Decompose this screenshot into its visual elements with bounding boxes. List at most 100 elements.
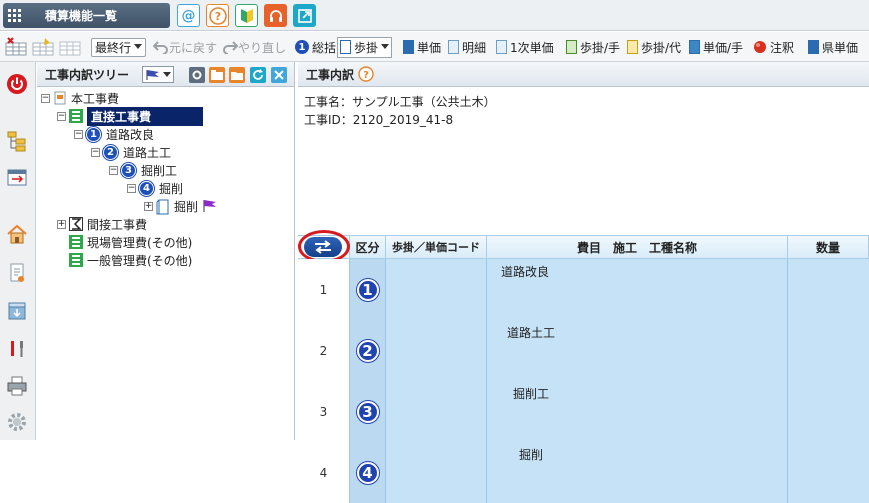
quantity-cell[interactable] [788, 442, 869, 503]
step-manual-button[interactable]: 歩掛/手 [566, 32, 620, 62]
detail-label: 明細 [462, 40, 487, 55]
external-button[interactable] [293, 4, 316, 27]
table-row[interactable]: 1 1 道路改良 [298, 259, 869, 320]
tree-node-indirect-cost[interactable]: + 間接工事費 [57, 215, 147, 233]
tree-open-folder-button[interactable] [229, 67, 245, 83]
tree-refresh-button[interactable] [250, 67, 266, 83]
home-button[interactable] [6, 223, 28, 245]
svg-text:?: ? [214, 10, 220, 23]
first-unit-price-button[interactable]: 1次単価 [496, 32, 554, 62]
redo-label: やり直し [238, 40, 287, 55]
table-row[interactable]: 4 4 掘削 [298, 442, 869, 503]
step-substitute-button[interactable]: 歩掛/代 [627, 32, 681, 62]
collapse-toggle[interactable]: − [74, 129, 83, 139]
gear-icon [8, 413, 26, 431]
step-manual-icon [566, 40, 577, 54]
collapse-toggle[interactable]: − [41, 93, 50, 103]
tree-view-button[interactable] [6, 130, 28, 152]
settings-button[interactable] [6, 411, 28, 433]
code-cell[interactable] [386, 381, 487, 442]
note-label: 注釈 [770, 40, 795, 55]
column-header-name[interactable]: 費目 施工 工種名称 [487, 236, 788, 259]
tree-node-label: 道路改良 [106, 127, 155, 142]
tree-node-road-improvement[interactable]: − 1 道路改良 [74, 125, 154, 143]
close-icon [274, 70, 284, 80]
quantity-cell[interactable] [788, 381, 869, 442]
list-green-icon [69, 109, 83, 123]
detail-panel-header: 工事内訳 ? [298, 62, 869, 87]
tree-flag-dropdown[interactable] [142, 66, 174, 83]
number-one-icon: 1 [295, 40, 309, 54]
row-number: 1 [298, 259, 350, 320]
tree-node-road-earthwork[interactable]: − 2 道路土工 [91, 143, 171, 161]
name-cell[interactable]: 掘削工 [487, 381, 788, 442]
swap-columns-button[interactable] [304, 237, 342, 257]
tree-node-direct-cost[interactable]: − 直接工事費 [57, 106, 204, 126]
code-cell[interactable] [386, 259, 487, 320]
app-menu-button[interactable]: 積算機能一覧 [3, 3, 170, 28]
category-number-icon: 4 [356, 461, 379, 484]
tree-folder-button[interactable] [209, 67, 225, 83]
document-button[interactable] [6, 262, 28, 284]
archive-button[interactable] [6, 300, 28, 322]
list-green-icon [69, 235, 83, 249]
note-button[interactable]: 注釈 [753, 32, 794, 62]
support-button[interactable] [264, 4, 287, 27]
collapse-toggle[interactable]: − [109, 165, 118, 175]
table-row[interactable]: 3 3 掘削工 [298, 381, 869, 442]
table-button-3[interactable] [58, 32, 82, 62]
unit-price-manual-label: 単価/手 [703, 40, 744, 55]
undo-button[interactable]: 元に戻す [153, 32, 217, 62]
name-cell[interactable]: 道路改良 [487, 259, 788, 320]
column-header-category[interactable]: 区分 [350, 236, 386, 259]
collapse-toggle[interactable]: − [127, 183, 136, 193]
open-folder-icon [231, 72, 243, 80]
step-dropdown[interactable]: 歩掛 [337, 32, 393, 62]
redo-icon [222, 40, 238, 54]
name-cell[interactable]: 掘削 [487, 442, 788, 503]
summary-label: 総括 [312, 40, 337, 55]
column-header-code[interactable]: 歩掛／単価コード [386, 236, 487, 259]
collapse-toggle[interactable]: − [57, 111, 66, 121]
tools-button[interactable] [6, 338, 28, 360]
undo-label: 元に戻す [169, 40, 218, 55]
table-row[interactable]: 2 2 道路土工 [298, 320, 869, 381]
quantity-cell[interactable] [788, 320, 869, 381]
tree-node-excavation-work[interactable]: − 3 掘削工 [109, 161, 177, 179]
tree-node-site-management[interactable]: 現場管理費(その他) [57, 233, 192, 251]
tree-node-label: 掘削 [174, 199, 199, 214]
summary-button[interactable]: 1 総括 [295, 32, 336, 62]
printer-button[interactable] [6, 375, 28, 397]
expand-toggle[interactable]: + [144, 201, 153, 211]
quantity-cell[interactable] [788, 259, 869, 320]
expand-toggle[interactable]: + [57, 219, 66, 229]
unit-price-manual-button[interactable]: 単価/手 [689, 32, 743, 62]
tree-node-label: 現場管理費(その他) [87, 235, 193, 250]
power-button[interactable] [6, 73, 28, 95]
insert-row-button[interactable] [4, 32, 28, 62]
tree-panel-title: 工事内訳ツリー [45, 67, 130, 82]
at-button[interactable]: @ [177, 4, 200, 27]
column-header-quantity[interactable]: 数量 [788, 236, 869, 259]
code-cell[interactable] [386, 442, 487, 503]
table-button-2[interactable] [31, 32, 55, 62]
tree-node-excavation[interactable]: − 4 掘削 [127, 179, 183, 197]
window-button[interactable] [6, 167, 28, 189]
prefecture-unit-price-button[interactable]: 県単価 [808, 32, 858, 62]
level-select[interactable]: 最終行 [91, 32, 147, 62]
collapse-toggle[interactable]: − [91, 147, 100, 157]
code-cell[interactable] [386, 320, 487, 381]
help-icon[interactable]: ? [358, 66, 374, 82]
detail-button[interactable]: 明細 [448, 32, 486, 62]
tree-settings-button[interactable] [189, 67, 205, 83]
tree-close-button[interactable] [271, 67, 287, 83]
help-button[interactable]: ? [206, 4, 229, 27]
tree-node-main-cost[interactable]: − 本工事費 [41, 89, 119, 107]
tree-node-excavation-step[interactable]: + 掘削 [144, 197, 218, 215]
unit-price-button[interactable]: 単価 [403, 32, 441, 62]
name-cell[interactable]: 道路土工 [487, 320, 788, 381]
category-cell: 1 [350, 259, 386, 320]
redo-button[interactable]: やり直し [222, 32, 286, 62]
beginner-button[interactable] [235, 4, 258, 27]
tree-node-general-management[interactable]: 一般管理費(その他) [57, 251, 192, 269]
